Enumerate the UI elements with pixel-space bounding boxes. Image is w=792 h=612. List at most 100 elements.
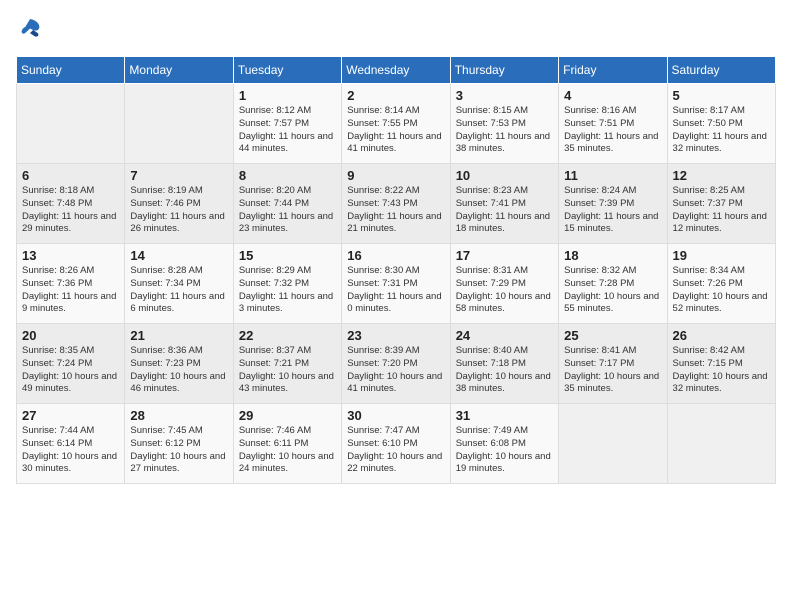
header-cell-saturday: Saturday xyxy=(667,57,775,84)
day-number: 25 xyxy=(564,328,661,343)
week-row-5: 27Sunrise: 7:44 AMSunset: 6:14 PMDayligh… xyxy=(17,404,776,484)
day-number: 16 xyxy=(347,248,444,263)
day-number: 3 xyxy=(456,88,553,103)
day-cell xyxy=(559,404,667,484)
day-cell: 21Sunrise: 8:36 AMSunset: 7:23 PMDayligh… xyxy=(125,324,233,404)
day-info: Sunrise: 8:30 AMSunset: 7:31 PMDaylight:… xyxy=(347,265,444,316)
day-info: Sunrise: 8:39 AMSunset: 7:20 PMDaylight:… xyxy=(347,345,444,396)
week-row-3: 13 Sunrise: 8:26 AMSunset: 7:36 PMDayligh… xyxy=(17,244,776,324)
day-cell xyxy=(17,84,125,164)
day-cell: 15 Sunrise: 8:29 AMSunset: 7:32 PMDayligh… xyxy=(233,244,341,324)
day-number: 1 xyxy=(239,88,336,103)
day-number: 4 xyxy=(564,88,661,103)
day-info: Sunrise: 8:19 AMSunset: 7:46 PMDaylight:… xyxy=(130,185,227,236)
week-row-2: 6 Sunrise: 8:18 AMSunset: 7:48 PMDaylight… xyxy=(17,164,776,244)
week-row-1: 1 Sunrise: 8:12 AMSunset: 7:57 PMDaylight… xyxy=(17,84,776,164)
day-info: Sunrise: 8:31 AMSunset: 7:29 PMDaylight:… xyxy=(456,265,553,316)
day-number: 19 xyxy=(673,248,770,263)
day-cell xyxy=(125,84,233,164)
day-number: 20 xyxy=(22,328,119,343)
day-cell: 26 Sunrise: 8:42 AMSunset: 7:15 PMDayligh… xyxy=(667,324,775,404)
day-cell: 3 Sunrise: 8:15 AMSunset: 7:53 PMDaylight… xyxy=(450,84,558,164)
day-info: Sunrise: 8:32 AMSunset: 7:28 PMDaylight:… xyxy=(564,265,661,316)
day-number: 5 xyxy=(673,88,770,103)
logo-icon xyxy=(16,16,44,44)
day-cell: 31 Sunrise: 7:49 AMSunset: 6:08 PMDayligh… xyxy=(450,404,558,484)
day-number: 9 xyxy=(347,168,444,183)
day-cell: 10Sunrise: 8:23 AMSunset: 7:41 PMDayligh… xyxy=(450,164,558,244)
header-cell-tuesday: Tuesday xyxy=(233,57,341,84)
day-info: Sunrise: 7:49 AMSunset: 6:08 PMDaylight:… xyxy=(456,425,553,476)
day-number: 6 xyxy=(22,168,119,183)
day-number: 14 xyxy=(130,248,227,263)
day-cell: 4 Sunrise: 8:16 AMSunset: 7:51 PMDaylight… xyxy=(559,84,667,164)
day-info: Sunrise: 8:37 AMSunset: 7:21 PMDaylight:… xyxy=(239,345,336,396)
day-number: 24 xyxy=(456,328,553,343)
day-cell: 29Sunrise: 7:46 AMSunset: 6:11 PMDayligh… xyxy=(233,404,341,484)
day-number: 8 xyxy=(239,168,336,183)
day-number: 28 xyxy=(130,408,227,423)
day-info: Sunrise: 8:41 AMSunset: 7:17 PMDaylight:… xyxy=(564,345,661,396)
day-number: 12 xyxy=(673,168,770,183)
day-number: 2 xyxy=(347,88,444,103)
day-cell: 5Sunrise: 8:17 AMSunset: 7:50 PMDaylight… xyxy=(667,84,775,164)
day-info: Sunrise: 8:42 AMSunset: 7:15 PMDaylight:… xyxy=(673,345,770,396)
header-cell-friday: Friday xyxy=(559,57,667,84)
day-cell: 23 Sunrise: 8:39 AMSunset: 7:20 PMDayligh… xyxy=(342,324,450,404)
day-number: 15 xyxy=(239,248,336,263)
day-cell: 22Sunrise: 8:37 AMSunset: 7:21 PMDayligh… xyxy=(233,324,341,404)
day-info: Sunrise: 8:36 AMSunset: 7:23 PMDaylight:… xyxy=(130,345,227,396)
day-info: Sunrise: 8:26 AMSunset: 7:36 PMDaylight:… xyxy=(22,265,119,316)
day-cell: 11 Sunrise: 8:24 AMSunset: 7:39 PMDayligh… xyxy=(559,164,667,244)
day-info: Sunrise: 8:12 AMSunset: 7:57 PMDaylight:… xyxy=(239,105,336,156)
header-cell-sunday: Sunday xyxy=(17,57,125,84)
day-number: 11 xyxy=(564,168,661,183)
day-info: Sunrise: 8:25 AMSunset: 7:37 PMDaylight:… xyxy=(673,185,770,236)
day-number: 23 xyxy=(347,328,444,343)
day-info: Sunrise: 8:34 AMSunset: 7:26 PMDaylight:… xyxy=(673,265,770,316)
day-cell: 19 Sunrise: 8:34 AMSunset: 7:26 PMDayligh… xyxy=(667,244,775,324)
day-number: 31 xyxy=(456,408,553,423)
day-cell xyxy=(667,404,775,484)
day-cell: 16 Sunrise: 8:30 AMSunset: 7:31 PMDayligh… xyxy=(342,244,450,324)
day-cell: 6 Sunrise: 8:18 AMSunset: 7:48 PMDaylight… xyxy=(17,164,125,244)
day-info: Sunrise: 8:18 AMSunset: 7:48 PMDaylight:… xyxy=(22,185,119,236)
day-cell: 25 Sunrise: 8:41 AMSunset: 7:17 PMDayligh… xyxy=(559,324,667,404)
day-cell: 13 Sunrise: 8:26 AMSunset: 7:36 PMDayligh… xyxy=(17,244,125,324)
day-info: Sunrise: 8:40 AMSunset: 7:18 PMDaylight:… xyxy=(456,345,553,396)
day-cell: 28 Sunrise: 7:45 AMSunset: 6:12 PMDayligh… xyxy=(125,404,233,484)
day-cell: 24 Sunrise: 8:40 AMSunset: 7:18 PMDayligh… xyxy=(450,324,558,404)
day-cell: 7Sunrise: 8:19 AMSunset: 7:46 PMDaylight… xyxy=(125,164,233,244)
day-info: Sunrise: 8:23 AMSunset: 7:41 PMDaylight:… xyxy=(456,185,553,236)
day-number: 26 xyxy=(673,328,770,343)
week-row-4: 20Sunrise: 8:35 AMSunset: 7:24 PMDayligh… xyxy=(17,324,776,404)
day-cell: 9 Sunrise: 8:22 AMSunset: 7:43 PMDaylight… xyxy=(342,164,450,244)
day-cell: 27Sunrise: 7:44 AMSunset: 6:14 PMDayligh… xyxy=(17,404,125,484)
page-header xyxy=(16,16,776,44)
day-number: 29 xyxy=(239,408,336,423)
header-cell-monday: Monday xyxy=(125,57,233,84)
header-cell-thursday: Thursday xyxy=(450,57,558,84)
day-cell: 20Sunrise: 8:35 AMSunset: 7:24 PMDayligh… xyxy=(17,324,125,404)
day-info: Sunrise: 7:45 AMSunset: 6:12 PMDaylight:… xyxy=(130,425,227,476)
day-cell: 8Sunrise: 8:20 AMSunset: 7:44 PMDaylight… xyxy=(233,164,341,244)
day-info: Sunrise: 8:24 AMSunset: 7:39 PMDaylight:… xyxy=(564,185,661,236)
logo xyxy=(16,16,48,44)
day-info: Sunrise: 8:14 AMSunset: 7:55 PMDaylight:… xyxy=(347,105,444,156)
header-row: SundayMondayTuesdayWednesdayThursdayFrid… xyxy=(17,57,776,84)
day-info: Sunrise: 8:16 AMSunset: 7:51 PMDaylight:… xyxy=(564,105,661,156)
day-info: Sunrise: 8:15 AMSunset: 7:53 PMDaylight:… xyxy=(456,105,553,156)
day-number: 13 xyxy=(22,248,119,263)
calendar-table: SundayMondayTuesdayWednesdayThursdayFrid… xyxy=(16,56,776,484)
day-cell: 18 Sunrise: 8:32 AMSunset: 7:28 PMDayligh… xyxy=(559,244,667,324)
day-cell: 30 Sunrise: 7:47 AMSunset: 6:10 PMDayligh… xyxy=(342,404,450,484)
day-number: 17 xyxy=(456,248,553,263)
day-cell: 2 Sunrise: 8:14 AMSunset: 7:55 PMDaylight… xyxy=(342,84,450,164)
day-info: Sunrise: 8:28 AMSunset: 7:34 PMDaylight:… xyxy=(130,265,227,316)
day-info: Sunrise: 7:47 AMSunset: 6:10 PMDaylight:… xyxy=(347,425,444,476)
day-number: 30 xyxy=(347,408,444,423)
day-info: Sunrise: 8:22 AMSunset: 7:43 PMDaylight:… xyxy=(347,185,444,236)
day-cell: 12 Sunrise: 8:25 AMSunset: 7:37 PMDayligh… xyxy=(667,164,775,244)
day-number: 18 xyxy=(564,248,661,263)
day-info: Sunrise: 8:29 AMSunset: 7:32 PMDaylight:… xyxy=(239,265,336,316)
